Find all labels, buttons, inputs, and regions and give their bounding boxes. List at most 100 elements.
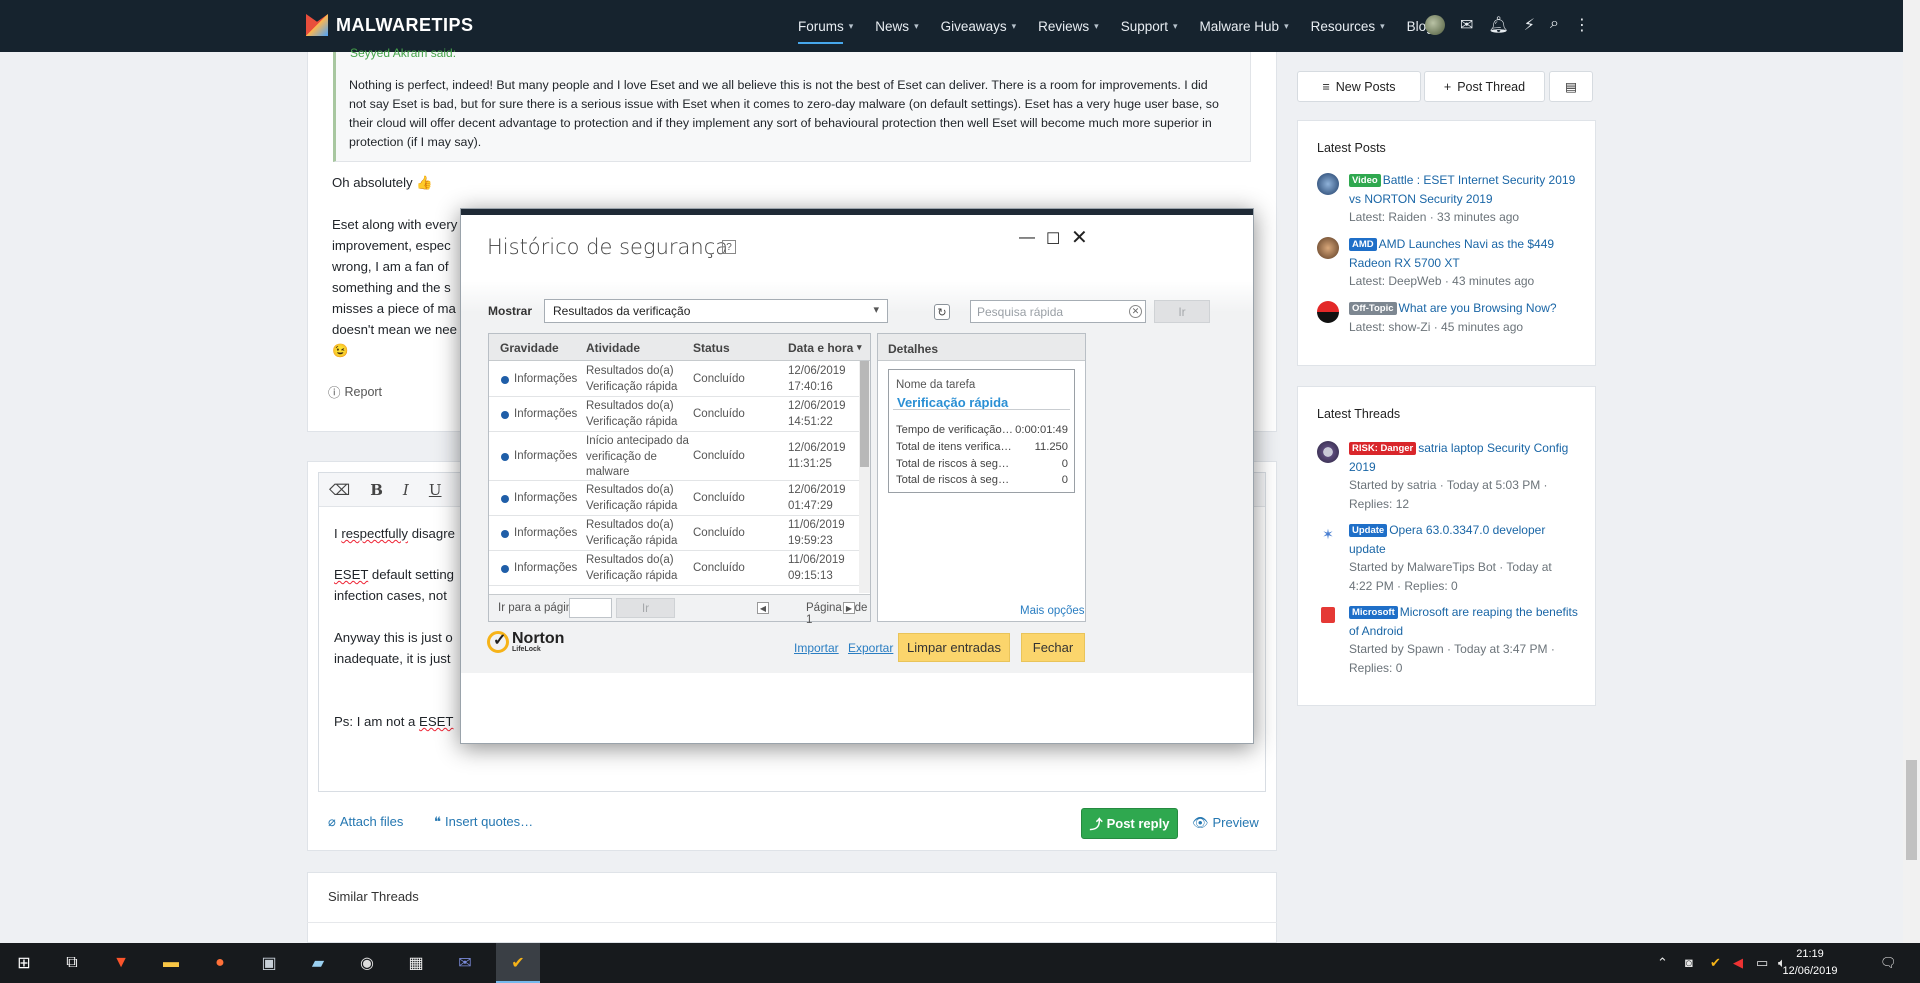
- latest-thread-item[interactable]: RISK: Danger satria laptop Security Confi…: [1317, 439, 1579, 513]
- info-icon: ⓘ: [328, 386, 341, 400]
- close-icon[interactable]: ✕: [1071, 225, 1088, 250]
- search-go-button[interactable]: Ir: [1154, 300, 1210, 323]
- vpn-tray-icon[interactable]: ◀: [1733, 955, 1743, 971]
- bolt-icon[interactable]: ⚡︎: [1524, 15, 1535, 35]
- latest-thread-item[interactable]: Microsoft Microsoft are reaping the benef…: [1317, 603, 1579, 677]
- row-activity: Resultados do(a) Verificação rápida: [586, 399, 677, 430]
- scrollbar-thumb[interactable]: [1906, 760, 1917, 860]
- next-page-icon[interactable]: ▶: [843, 602, 855, 614]
- user-avatar[interactable]: [1425, 15, 1445, 35]
- firefox-icon[interactable]: ●: [206, 949, 234, 977]
- latest-post-item[interactable]: Off-Topic What are you Browsing Now? Lates…: [1317, 299, 1579, 336]
- more-options-link[interactable]: Mais opções: [1020, 605, 1085, 617]
- thread-title[interactable]: Battle : ESET Internet Security 2019 vs …: [1349, 173, 1575, 206]
- refresh-icon[interactable]: ↻: [934, 304, 950, 320]
- nav-forums[interactable]: Forums ▾: [798, 0, 853, 52]
- calculator-icon[interactable]: ▦: [402, 949, 430, 977]
- discord-tray-icon[interactable]: ◙: [1685, 955, 1693, 970]
- thread-title[interactable]: AMD Launches Navi as the $449 Radeon RX …: [1349, 237, 1554, 270]
- notifications-icon[interactable]: 🗨︎: [1880, 955, 1897, 971]
- notes-app-icon[interactable]: ▰: [304, 949, 332, 977]
- close-button[interactable]: Fechar: [1021, 633, 1085, 662]
- eraser-icon[interactable]: ⌫: [329, 481, 350, 499]
- import-link[interactable]: Importar: [794, 641, 839, 655]
- minimize-icon[interactable]: —: [1019, 229, 1035, 247]
- preview-link[interactable]: 👁︎ Preview: [1192, 815, 1259, 831]
- clock-time: 21:19: [1796, 948, 1824, 960]
- goto-page-button[interactable]: Ir: [616, 598, 675, 618]
- search-icon[interactable]: ⌕: [1550, 15, 1559, 35]
- italic-icon[interactable]: I: [403, 481, 409, 499]
- history-row[interactable]: Informações Início antecipado da verifica…: [489, 432, 859, 481]
- sort-caret-icon[interactable]: ▾: [857, 342, 862, 353]
- site-logo[interactable]: MALWARETIPS: [306, 14, 474, 36]
- messenger-app-icon[interactable]: ✉: [451, 949, 479, 977]
- thread-title[interactable]: What are you Browsing Now?: [1399, 301, 1557, 315]
- history-row[interactable]: Informações Resultados do(a) Verificação …: [489, 516, 859, 551]
- disk-app-icon[interactable]: ▣: [255, 949, 283, 977]
- post-thread-button[interactable]: + Post Thread: [1424, 71, 1545, 102]
- post-reply-button[interactable]: ⤴ Post reply: [1081, 808, 1178, 839]
- page-scrollbar[interactable]: [1903, 0, 1920, 943]
- latest-post-item[interactable]: AMD AMD Launches Navi as the $449 Radeon …: [1317, 235, 1579, 291]
- clear-search-icon[interactable]: ✕: [1129, 305, 1142, 318]
- help-icon[interactable]: ?: [722, 240, 736, 254]
- nav-news[interactable]: News ▾: [875, 0, 918, 52]
- maximize-icon[interactable]: ☐: [1046, 229, 1060, 249]
- go-label: Ir: [641, 601, 650, 615]
- history-row[interactable]: Informações Resultados do(a) Verificação …: [489, 551, 859, 586]
- utility-app-icon[interactable]: ◉: [353, 949, 381, 977]
- page-number-input[interactable]: [569, 598, 612, 618]
- brave-browser-icon[interactable]: ▼: [107, 949, 135, 977]
- latest-post-item[interactable]: Video Battle : ESET Internet Security 201…: [1317, 171, 1579, 227]
- column-status[interactable]: Status: [693, 341, 730, 355]
- nav-support[interactable]: Support ▾: [1121, 0, 1178, 52]
- security-history-dialog: Histórico de segurança ? — ☐ ✕ Mostrar R…: [460, 208, 1254, 744]
- history-row[interactable]: Informações Resultados do(a) Verificação …: [489, 362, 859, 397]
- attach-files-link[interactable]: ⌀ Attach files: [328, 814, 403, 830]
- nav-malware-hub[interactable]: Malware Hub ▾: [1200, 0, 1289, 52]
- column-datetime[interactable]: Data e hora: [788, 341, 853, 355]
- prev-page-icon[interactable]: ◀: [757, 602, 769, 614]
- report-link[interactable]: ⓘ Report: [328, 382, 382, 401]
- envelope-icon[interactable]: ✉: [1460, 15, 1473, 35]
- column-severity[interactable]: Gravidade: [500, 341, 559, 355]
- new-posts-label: New Posts: [1335, 79, 1396, 94]
- bold-icon[interactable]: B: [370, 481, 383, 499]
- network-icon[interactable]: ▭: [1756, 955, 1768, 971]
- new-posts-button[interactable]: ≡ New Posts: [1297, 71, 1421, 102]
- history-row[interactable]: Informações Resultados do(a) Verificação …: [489, 481, 859, 516]
- clear-entries-button[interactable]: Limpar entradas: [898, 633, 1010, 662]
- editor-text-line: I respectfully disagre: [334, 526, 455, 541]
- attach-label: Attach files: [339, 814, 404, 829]
- column-activity[interactable]: Atividade: [586, 341, 640, 355]
- row-datetime: 12/06/2019 14:51:22: [788, 399, 846, 430]
- file-explorer-icon[interactable]: ▬: [157, 949, 185, 977]
- quick-search-input[interactable]: Pesquisa rápida: [970, 300, 1146, 323]
- list-scrollbar[interactable]: [859, 361, 870, 593]
- taskbar-clock[interactable]: 21:19 12/06/2019: [1780, 946, 1840, 980]
- nav-giveaways[interactable]: Giveaways ▾: [941, 0, 1017, 52]
- task-view-icon[interactable]: ⧉: [58, 949, 86, 977]
- thread-meta: Replies: 0: [1349, 660, 1403, 675]
- history-row[interactable]: Informações Resultados do(a) Verificação …: [489, 397, 859, 432]
- windows-start-icon[interactable]: ⊞: [10, 949, 38, 977]
- page-indicator: Página 1 de 1: [806, 602, 868, 626]
- scrollbar-thumb[interactable]: [860, 361, 869, 467]
- underline-icon[interactable]: U: [429, 481, 442, 499]
- sidebar-toggle-button[interactable]: ▤: [1549, 71, 1593, 102]
- nav-reviews[interactable]: Reviews ▾: [1038, 0, 1099, 52]
- norton-taskbar-icon[interactable]: ✔: [504, 949, 532, 977]
- export-link[interactable]: Exportar: [848, 641, 893, 655]
- show-hidden-icons[interactable]: ⌃: [1657, 955, 1668, 971]
- more-vertical-icon[interactable]: ⋮: [1574, 15, 1590, 35]
- show-filter-select[interactable]: Resultados da verificação: [544, 299, 888, 323]
- latest-thread-item[interactable]: ✶ Update Opera 63.0.3347.0 developer upda…: [1317, 521, 1579, 595]
- nav-resources[interactable]: Resources ▾: [1311, 0, 1385, 52]
- quote-author[interactable]: Seyyed Akram said:: [350, 46, 456, 60]
- norton-tray-icon[interactable]: ✔: [1710, 955, 1721, 971]
- insert-quotes-link[interactable]: ❝ Insert quotes…: [434, 814, 533, 830]
- row-activity: Início antecipado da verificação de malwar…: [586, 434, 689, 481]
- latest-threads-title: Latest Threads: [1317, 407, 1401, 421]
- bell-icon[interactable]: 🔔︎: [1488, 15, 1508, 35]
